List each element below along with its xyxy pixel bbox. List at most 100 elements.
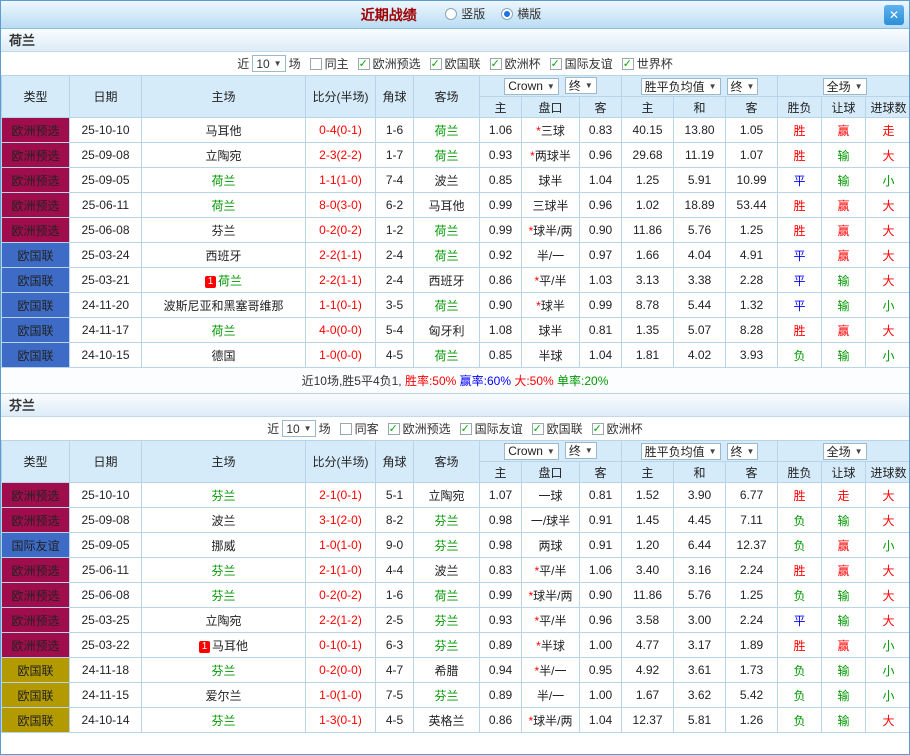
euro-draw-odds: 3.62 (674, 683, 726, 708)
layout-radio-vertical[interactable]: 竖版 (445, 5, 485, 22)
sub-col-header: 主 (622, 97, 674, 118)
home-team: 德国 (142, 343, 306, 368)
summary-segment: 近10场,胜5平4负1, (302, 374, 405, 388)
team-name: 芬兰 (434, 689, 458, 703)
match-date: 25-03-21 (70, 268, 142, 293)
filter-checkbox-nations-league[interactable]: 欧国联 (532, 420, 583, 437)
filter-checkbox-friendly[interactable]: 国际友谊 (460, 420, 523, 437)
asian-home-odds: 1.08 (480, 318, 522, 343)
result-cell: 胜 (778, 483, 822, 508)
filter-checkbox-euro-qualifiers[interactable]: 欧洲预选 (358, 55, 421, 72)
goals-result-cell: 小 (866, 343, 910, 368)
filter-checkbox-euro-cup[interactable]: 欧洲杯 (592, 420, 643, 437)
match-score: 0-1(0-1) (306, 633, 376, 658)
checkbox-icon[interactable] (532, 423, 544, 435)
euro-time-select[interactable]: 终▼ (727, 443, 759, 460)
away-team: 荷兰 (414, 118, 480, 143)
team-name: 立陶宛 (205, 149, 241, 163)
filter-checkbox-same-away[interactable]: 同客 (340, 420, 379, 437)
select-value: 全场 (827, 443, 851, 460)
home-team: 西班牙 (142, 243, 306, 268)
goals-result-cell: 大 (866, 268, 910, 293)
checkbox-icon[interactable] (622, 58, 634, 70)
filter-checkbox-friendly[interactable]: 国际友谊 (550, 55, 613, 72)
scope-select[interactable]: 全场▼ (823, 78, 867, 95)
asian-home-odds: 0.94 (480, 658, 522, 683)
chevron-down-icon: ▼ (747, 82, 755, 91)
recent-count-select[interactable]: 10▼ (252, 55, 285, 72)
recent-results-popup: 近期战绩 竖版横版 ✕ 荷兰近10▼场同主欧洲预选欧国联欧洲杯国际友谊世界杯类型… (0, 0, 910, 755)
team-name: 英格兰 (428, 714, 464, 728)
filter-checkbox-world-cup[interactable]: 世界杯 (622, 55, 673, 72)
result-cell: 平 (778, 243, 822, 268)
home-team: 立陶宛 (142, 608, 306, 633)
result-cell: 负 (778, 343, 822, 368)
close-button[interactable]: ✕ (884, 5, 904, 25)
match-date: 24-10-14 (70, 708, 142, 733)
sub-col-header: 胜负 (778, 97, 822, 118)
away-team: 荷兰 (414, 143, 480, 168)
checkbox-icon[interactable] (490, 58, 502, 70)
euro-home-odds: 3.58 (622, 608, 674, 633)
filter-checkbox-same-home[interactable]: 同主 (310, 55, 349, 72)
euro-away-odds: 10.99 (726, 168, 778, 193)
checkbox-icon[interactable] (430, 58, 442, 70)
match-type-badge: 欧洲预选 (2, 218, 70, 243)
handicap: *三球 (522, 118, 580, 143)
euro-draw-odds: 3.17 (674, 633, 726, 658)
checkbox-icon[interactable] (460, 423, 472, 435)
euro-draw-odds: 13.80 (674, 118, 726, 143)
result-cell: 胜 (778, 118, 822, 143)
goals-result-cell: 小 (866, 658, 910, 683)
team-name: 波兰 (434, 174, 458, 188)
handicap-result-cell: 输 (822, 683, 866, 708)
asian-odds-group-header: Crown▼ 终▼ (480, 76, 622, 97)
filter-checkbox-euro-cup[interactable]: 欧洲杯 (490, 55, 541, 72)
match-date: 25-06-08 (70, 218, 142, 243)
scope-select[interactable]: 全场▼ (823, 443, 867, 460)
team-name: 马耳他 (212, 639, 248, 653)
layout-radio-horizontal[interactable]: 横版 (501, 5, 541, 22)
result-cell: 胜 (778, 218, 822, 243)
recent-count-select[interactable]: 10▼ (282, 420, 315, 437)
checkbox-icon[interactable] (388, 423, 400, 435)
checkbox-icon[interactable] (550, 58, 562, 70)
sub-col-header: 盘口 (522, 462, 580, 483)
col-header: 日期 (70, 441, 142, 483)
result-cell: 平 (778, 268, 822, 293)
chevron-down-icon: ▼ (709, 82, 717, 91)
euro-home-odds: 1.20 (622, 533, 674, 558)
euro-draw-odds: 3.16 (674, 558, 726, 583)
filter-checkbox-nations-league[interactable]: 欧国联 (430, 55, 481, 72)
handicap: *球半/两 (522, 583, 580, 608)
handicap: 三球半 (522, 193, 580, 218)
odds-time-select[interactable]: 终▼ (565, 442, 597, 459)
euro-odds-select[interactable]: 胜平负均值▼ (641, 443, 721, 460)
match-type-badge: 欧洲预选 (2, 508, 70, 533)
checkbox-icon[interactable] (358, 58, 370, 70)
odds-company-select[interactable]: Crown▼ (504, 78, 559, 95)
home-team: 芬兰 (142, 483, 306, 508)
odds-company-select[interactable]: Crown▼ (504, 443, 559, 460)
checkbox-icon[interactable] (592, 423, 604, 435)
handicap-result-cell: 赢 (822, 533, 866, 558)
team-name: 立陶宛 (428, 489, 464, 503)
odds-time-select[interactable]: 终▼ (565, 77, 597, 94)
euro-home-odds: 1.66 (622, 243, 674, 268)
checkbox-icon[interactable] (340, 423, 352, 435)
away-team: 荷兰 (414, 583, 480, 608)
asian-away-odds: 0.96 (580, 608, 622, 633)
euro-away-odds: 1.25 (726, 218, 778, 243)
filter-row: 近10▼场同主欧洲预选欧国联欧洲杯国际友谊世界杯 (1, 52, 909, 75)
euro-home-odds: 29.68 (622, 143, 674, 168)
asian-away-odds: 0.95 (580, 658, 622, 683)
filter-checkbox-euro-qualifiers[interactable]: 欧洲预选 (388, 420, 451, 437)
handicap-result-cell: 输 (822, 293, 866, 318)
euro-time-select[interactable]: 终▼ (727, 78, 759, 95)
euro-odds-select[interactable]: 胜平负均值▼ (641, 78, 721, 95)
favorite-star: * (534, 274, 539, 288)
team-name: 芬兰 (211, 564, 235, 578)
checkbox-label: 欧国联 (547, 420, 583, 437)
asian-home-odds: 1.07 (480, 483, 522, 508)
checkbox-icon[interactable] (310, 58, 322, 70)
